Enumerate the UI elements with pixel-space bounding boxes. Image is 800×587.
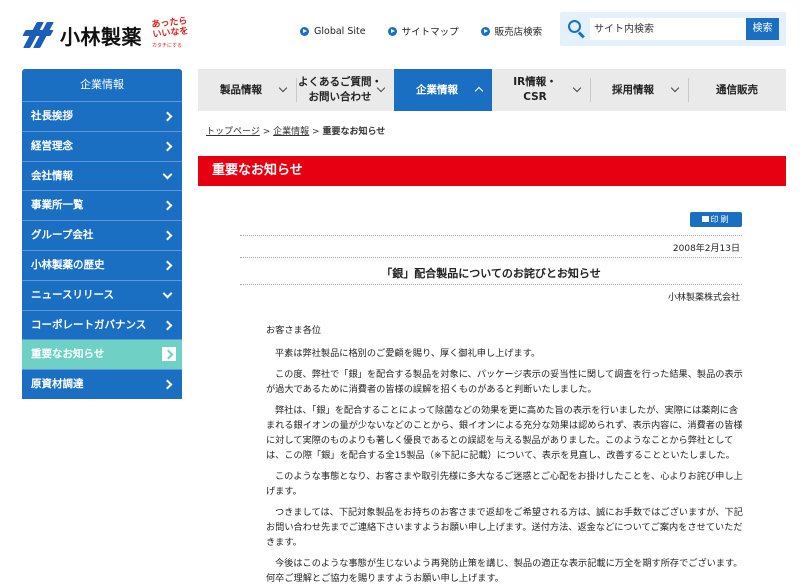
sidebar-item-president-message[interactable]: 社長挨拶 [22,101,182,131]
nav-corporate[interactable]: 企業情報 [394,69,492,111]
breadcrumb-top[interactable]: トップページ [206,127,260,137]
logo-mark-icon [22,20,56,50]
printer-icon [701,216,709,222]
chevron-down-icon [670,83,680,93]
sidebar-item-company-info[interactable]: 会社情報 [22,160,182,191]
sitemap-link[interactable]: サイトマップ [387,24,459,38]
chevron-down-icon [162,288,173,299]
global-nav: 製品情報 よくあるご質問・ お問い合わせ 企業情報 IR情報・ CSR 採用情報 通… [198,69,786,111]
chevron-right-icon [162,230,173,241]
print-button[interactable]: 印刷 [690,212,742,227]
page-title: 重要なお知らせ [198,156,786,186]
search-icon [568,20,585,39]
nav-mail-order[interactable]: 通信販売 [688,69,786,111]
chevron-right-icon [162,379,173,390]
paragraph: 弊社は、「銀」を配合することによって除菌などの効果を更に高めた旨の表示を行いまし… [266,405,743,461]
paragraph: 平素は弊社製品に格別のご愛顧を賜り、厚く御礼申し上げます。 [275,348,541,359]
paragraph: このような事態となり、お客さまや取引先様に多大なるご迷惑とご心配をお掛けしたこと… [266,471,743,497]
chevron-up-icon [474,86,484,96]
slogan-logo: あったらいいなを カタチにする [151,16,189,49]
global-site-link[interactable]: Global Site [300,24,366,38]
sidebar-item-history[interactable]: 小林製薬の歴史 [22,249,182,280]
search-button[interactable]: 検索 [746,18,779,40]
paragraph: つきましては、下記対象製品をお持ちのお客さまで返却をご希望される方は、誠にお手数… [266,507,743,548]
nav-products[interactable]: 製品情報 [198,69,296,111]
sidebar: 企業情報 社長挨拶 経営理念 会社情報 事業所一覧 グループ会社 小林製薬の歴史… [22,69,182,399]
sidebar-item-important-notice[interactable]: 重要なお知らせ [22,339,182,370]
store-search-link[interactable]: 販売店検索 [480,24,542,38]
notice-body: お客さま各位 平素は弊社製品に格別のご愛顧を賜り、厚く御礼申し上げます。 この度… [266,323,746,587]
chevron-right-icon [162,260,173,271]
nav-faq-contact[interactable]: よくあるご質問・ お問い合わせ [296,69,394,111]
breadcrumb: トップページ > 企業情報 > 重要なお知らせ [206,127,386,137]
chevron-down-icon [162,169,173,180]
greeting: お客さま各位 [266,325,322,336]
divider [240,284,742,285]
nav-recruit[interactable]: 採用情報 [590,69,688,111]
sidebar-item-procurement[interactable]: 原資材調達 [22,369,182,399]
sidebar-item-governance[interactable]: コーポレートガバナンス [22,309,182,340]
paragraph: 今後はこのような事態が生じないよう再発防止策を講じ、製品の適正な表示記載に万全を… [266,558,743,584]
sidebar-heading: 企業情報 [22,69,182,101]
arrow-circle-icon [300,26,309,36]
chevron-right-icon [162,200,173,211]
arrow-circle-icon [387,26,397,36]
search-input[interactable] [590,18,746,40]
utility-links: Global Site サイトマップ 販売店検索 [300,24,542,38]
breadcrumb-current: 重要なお知らせ [322,127,386,137]
sidebar-item-news-release[interactable]: ニュースリリース [22,279,182,310]
logo-text: 小林製薬 [60,24,142,49]
nav-ir-csr[interactable]: IR情報・ CSR [492,69,590,111]
paragraph: この度、弊社で「銀」を配合する製品を対象に、パッケージ表示の妥当性に関して調査を… [266,369,743,395]
chevron-right-icon [162,111,173,122]
chevron-down-icon [278,83,288,93]
divider [240,235,742,236]
sidebar-item-philosophy[interactable]: 経営理念 [22,130,182,161]
chevron-right-icon [162,347,176,362]
breadcrumb-corporate[interactable]: 企業情報 [273,127,309,137]
notice-date: 2008年2月13日 [672,244,740,254]
company-name: 小林製薬株式会社 [667,293,740,303]
arrow-circle-icon [480,26,490,36]
sidebar-item-group-companies[interactable]: グループ会社 [22,220,182,250]
sidebar-item-offices[interactable]: 事業所一覧 [22,190,182,221]
chevron-right-icon [162,320,173,331]
chevron-right-icon [162,141,173,152]
site-logo[interactable]: 小林製薬 あったらいいなを カタチにする [22,16,194,52]
site-search: 検索 [560,12,786,46]
chevron-down-icon [572,83,582,93]
divider [240,257,742,258]
notice-title: 「銀」配合製品についてのお詫びとお知らせ [381,267,601,280]
